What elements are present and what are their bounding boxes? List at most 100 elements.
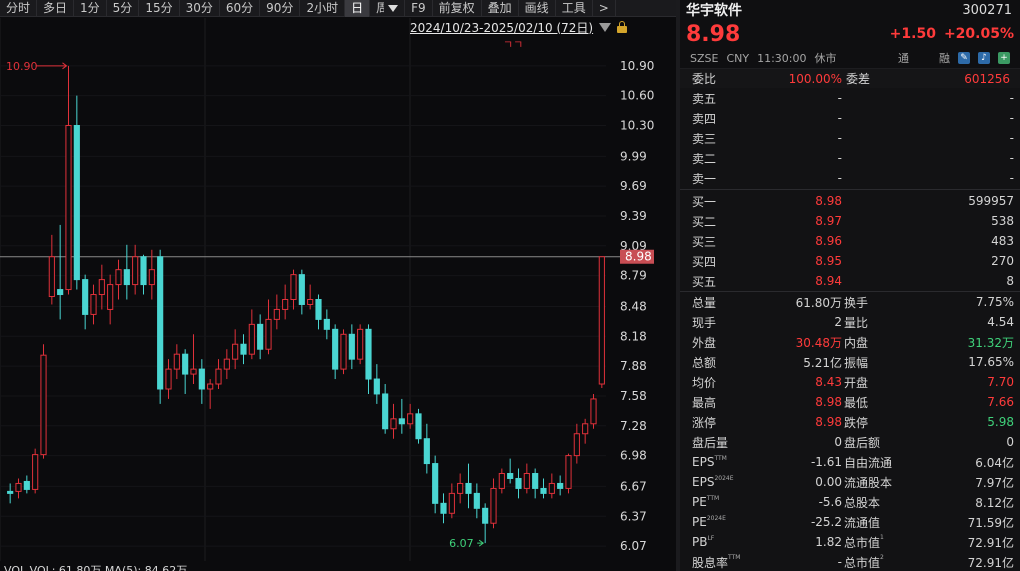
price-change: +1.50 — [889, 26, 936, 42]
chevron-down-icon[interactable] — [388, 5, 399, 12]
period-tab-11[interactable]: F9 — [405, 0, 433, 17]
period-tab-1[interactable]: 多日 — [37, 0, 75, 17]
stat-row: 股息率TTM - 总市值2 72.91亿 — [692, 553, 1014, 570]
candle — [257, 323, 264, 350]
date-range-bar[interactable]: 2024/10/23-2025/02/10 (72日) — [410, 18, 628, 36]
candle — [240, 343, 247, 355]
stat-value: 0.00 — [815, 475, 842, 489]
period-tab-5[interactable]: 30分 — [180, 0, 220, 17]
stat-value: 72.91亿 — [967, 535, 1014, 550]
period-tab-2[interactable]: 1分 — [74, 0, 107, 17]
period-tab-15[interactable]: 工具 — [556, 0, 593, 17]
stat-value: 1.82 — [815, 535, 842, 549]
period-tab-9[interactable]: 日 — [345, 0, 371, 17]
candle — [173, 353, 180, 370]
candle — [40, 354, 47, 456]
candle — [590, 398, 597, 425]
ask-row: 卖三 - - — [692, 131, 1014, 146]
price-axis-label: 6.67 — [620, 479, 647, 493]
period-tab-4[interactable]: 15分 — [139, 0, 180, 17]
tong-badge: 通 — [898, 52, 909, 65]
stat-value: 4.54 — [987, 315, 1014, 329]
candle — [315, 299, 322, 320]
candle — [390, 418, 397, 430]
price-axis-label: 7.88 — [620, 359, 647, 373]
bell-icon[interactable]: ♪ — [978, 52, 990, 64]
stat-value: 8.43 — [815, 375, 842, 389]
candle — [448, 492, 455, 514]
candle — [382, 393, 389, 430]
edit-icon[interactable]: ✎ — [958, 52, 970, 64]
order-ratio: 100.00% — [788, 71, 842, 86]
stat-value: 0 — [834, 435, 842, 449]
period-tab-0[interactable]: 分时 — [0, 0, 38, 17]
stat-value: 8.98 — [815, 395, 842, 409]
candle — [32, 454, 39, 490]
period-tab-12[interactable]: 前复权 — [433, 0, 482, 17]
market-status: 休市 — [814, 52, 837, 65]
bid-row: 买五 8.94 8 — [692, 274, 1014, 289]
date-range-text[interactable]: 2024/10/23-2025/02/10 (72日) — [410, 19, 593, 36]
candle — [248, 323, 255, 355]
candle — [490, 487, 497, 524]
bid-row: 买二 8.97 538 — [692, 214, 1014, 229]
bid-volume: 483 — [991, 234, 1014, 248]
stat-row: 现手 2 量比 4.54 — [692, 315, 1014, 330]
candle — [123, 269, 130, 286]
bid-volume: 538 — [991, 214, 1014, 228]
limit-up-marker: ㄱㄱ — [503, 38, 523, 51]
stat-value: -5.6 — [818, 495, 842, 509]
price-axis-label: 6.37 — [620, 509, 647, 523]
price-axis-label: 10.90 — [620, 59, 654, 73]
period-tab-3[interactable]: 5分 — [107, 0, 140, 17]
stat-value: -25.2 — [810, 515, 842, 529]
stat-row: 均价 8.43 开盘 7.70 — [692, 375, 1014, 390]
stat-value: 7.75% — [975, 295, 1014, 309]
stat-value: 61.80万 — [795, 295, 842, 310]
candle — [273, 308, 280, 320]
price-axis-label: 10.30 — [620, 118, 654, 132]
period-tab-13[interactable]: 叠加 — [482, 0, 519, 17]
candle — [165, 368, 172, 390]
period-tab-16[interactable]: > — [593, 0, 616, 17]
exchange: SZSE — [690, 51, 719, 65]
rong-badge: 融 — [939, 52, 950, 65]
ask-price: - — [837, 111, 842, 125]
candle — [182, 353, 189, 375]
bid-volume: 270 — [991, 254, 1014, 268]
range-dropdown-icon[interactable] — [599, 22, 612, 32]
candle — [198, 368, 205, 390]
candle — [290, 274, 297, 300]
candle — [415, 413, 422, 440]
candle — [282, 299, 289, 310]
kline-chart-panel[interactable]: 10.90 10.60 10.30 9.99 9.69 9.39 9.09 8.79 8.48 8… — [0, 18, 676, 571]
price-axis-label: 9.39 — [620, 209, 647, 223]
candle — [465, 482, 472, 494]
bid-volume: 599957 — [968, 194, 1014, 208]
period-tab-7[interactable]: 90分 — [260, 0, 301, 17]
period-tab-14[interactable]: 画线 — [519, 0, 556, 17]
quote-meta: SZSE CNY 11:30:00 休市 通 融 ✎ ♪ + — [680, 48, 1020, 68]
lock-icon[interactable] — [617, 21, 628, 33]
candle — [440, 502, 447, 514]
period-tab-8[interactable]: 2小时 — [300, 0, 346, 17]
stat-value: 7.66 — [987, 395, 1014, 409]
stat-row: PE2024E -25.2 流通值 71.59亿 — [692, 515, 1014, 530]
add-watchlist-icon[interactable]: + — [998, 52, 1010, 64]
stat-value: 72.91亿 — [967, 555, 1014, 570]
period-tab-6[interactable]: 60分 — [220, 0, 261, 17]
stat-value: 17.65% — [968, 355, 1014, 369]
period-tab-10[interactable]: 周 — [370, 0, 406, 17]
candle — [498, 473, 505, 489]
ask-price: - — [837, 131, 842, 145]
candle — [357, 328, 364, 360]
candle — [573, 433, 580, 457]
kline-chart[interactable]: 10.9010.6010.309.999.699.399.098.798.488… — [0, 18, 676, 571]
candle — [48, 256, 55, 298]
price-axis-label: 8.79 — [620, 269, 647, 283]
stat-value: - — [837, 555, 842, 569]
candle — [115, 269, 122, 286]
quote-panel: 华宇软件 300271 8.98 +1.50 +20.05% SZSE CNY … — [680, 0, 1020, 571]
candle — [332, 328, 339, 370]
order-ratio-row: 委比 100.00% 委差 601256 — [680, 68, 1020, 88]
